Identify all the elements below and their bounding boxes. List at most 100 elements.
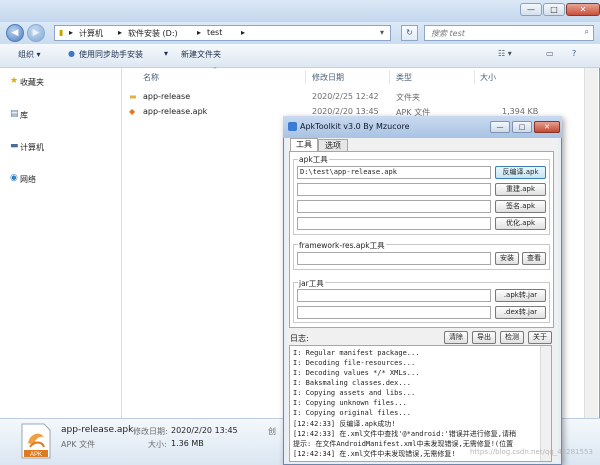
address-field[interactable]: ▮ ▸ 计算机 ▸ 软件安装 (D:) ▸ test ▸ ▾ bbox=[54, 25, 391, 41]
breadcrumb-drive[interactable]: 软件安装 (D:) bbox=[128, 28, 178, 39]
help-icon[interactable]: ? bbox=[572, 49, 576, 58]
chevron-down-icon[interactable]: ▾ bbox=[380, 28, 384, 37]
view-framework-button[interactable]: 查看 bbox=[522, 252, 546, 265]
framework-path-field[interactable] bbox=[297, 252, 491, 265]
column-separator[interactable] bbox=[305, 70, 306, 84]
log-line: I: Baksmaling classes.dex... bbox=[293, 379, 412, 387]
column-separator[interactable] bbox=[389, 70, 390, 84]
minimize-button[interactable]: — bbox=[520, 3, 542, 16]
minimize-button[interactable]: — bbox=[490, 121, 510, 133]
tab-tools[interactable]: 工具 bbox=[290, 138, 318, 152]
file-modified: 2020/2/20 13:45 bbox=[312, 107, 379, 116]
sidebar-item-libraries[interactable]: 库 bbox=[20, 110, 28, 121]
breadcrumb-test[interactable]: test bbox=[207, 28, 222, 37]
log-line: I: Copying original files... bbox=[293, 409, 412, 417]
table-row[interactable]: ▬ app-release 2020/2/25 12:42 文件夹 bbox=[124, 92, 584, 105]
search-icon[interactable]: ⌕ bbox=[585, 27, 589, 37]
refresh-icon[interactable]: ↻ bbox=[401, 25, 418, 41]
watermark-text: https://blog.csdn.net/qq_41281553 bbox=[470, 448, 593, 456]
details-file-type: APK 文件 bbox=[61, 440, 96, 449]
forward-icon[interactable]: ▶ bbox=[27, 24, 45, 42]
sidebar-item-network[interactable]: 网络 bbox=[20, 174, 36, 185]
log-line: I: Copying unknown files... bbox=[293, 399, 407, 407]
network-icon: ◉ bbox=[10, 173, 18, 183]
apk-to-jar-field[interactable] bbox=[297, 289, 491, 302]
view-icon[interactable]: ☷ ▾ bbox=[498, 49, 512, 58]
rebuild-apk-button[interactable]: 重建.apk bbox=[495, 183, 546, 196]
details-file-name: app-release.apk bbox=[61, 425, 134, 435]
log-line: I: Copying assets and libs... bbox=[293, 389, 416, 397]
sidebar-item-favorites[interactable]: 收藏夹 bbox=[20, 77, 44, 88]
apk-file-large-icon: APK bbox=[21, 423, 51, 459]
log-line: [12:42:33] 在.xml文件中查找'@*android:'错误并进行修复… bbox=[293, 430, 517, 438]
details-modified-value: 2020/2/20 13:45 bbox=[171, 426, 238, 435]
organize-button[interactable]: 组织 ▾ bbox=[18, 49, 41, 60]
column-header-size[interactable]: 大小 bbox=[480, 72, 496, 83]
details-modified-label: 修改日期: bbox=[133, 427, 168, 436]
decompile-apk-button[interactable]: 反编译.apk bbox=[495, 166, 546, 179]
folder-icon: ▮ bbox=[59, 28, 64, 37]
column-header-name[interactable]: 名称 bbox=[143, 72, 159, 83]
open-with-button[interactable]: 使用同步助手安装 bbox=[79, 49, 143, 60]
file-name: app-release bbox=[143, 92, 191, 101]
framework-tools-label: framework-res.apk工具 bbox=[298, 240, 386, 251]
dex-to-jar-field[interactable] bbox=[297, 306, 491, 319]
sign-apk-button[interactable]: 签名.apk bbox=[495, 200, 546, 213]
close-button[interactable]: ✕ bbox=[566, 3, 600, 16]
search-placeholder: 搜索 test bbox=[431, 29, 465, 38]
apk-path-field[interactable]: D:\test\app-release.apk bbox=[297, 166, 491, 179]
search-input[interactable]: 搜索 test ⌕ bbox=[424, 25, 594, 41]
clear-log-button[interactable]: 清除 bbox=[444, 331, 468, 344]
explorer-titlebar[interactable] bbox=[0, 0, 600, 22]
log-label: 日志: bbox=[290, 334, 309, 343]
close-button[interactable]: ✕ bbox=[534, 121, 560, 133]
log-line: I: Regular manifest package... bbox=[293, 349, 420, 357]
sidebar-item-computer[interactable]: 计算机 bbox=[20, 142, 44, 153]
maximize-button[interactable]: □ bbox=[543, 3, 565, 16]
breadcrumb-sep: ▸ bbox=[241, 28, 246, 37]
star-icon: ★ bbox=[10, 76, 19, 86]
log-scrollbar[interactable] bbox=[540, 346, 551, 461]
svg-text:APK: APK bbox=[30, 452, 42, 458]
folder-icon: ▬ bbox=[129, 92, 137, 101]
app-icon bbox=[288, 122, 297, 131]
column-header-type[interactable]: 类型 bbox=[396, 72, 412, 83]
new-folder-button[interactable]: 新建文件夹 bbox=[181, 49, 221, 60]
breadcrumb-sep: ▸ bbox=[69, 28, 74, 37]
dex-to-jar-button[interactable]: .dex转.jar bbox=[495, 306, 546, 319]
details-size-label: 大小: bbox=[148, 440, 167, 449]
log-line: [12:42:33] 反编译.apk成功! bbox=[293, 420, 396, 428]
optimize-apk-button[interactable]: 优化.apk bbox=[495, 217, 546, 230]
back-icon[interactable]: ◀ bbox=[6, 24, 24, 42]
computer-icon: ▬ bbox=[10, 141, 19, 151]
maximize-button[interactable]: □ bbox=[512, 121, 532, 133]
file-modified: 2020/2/25 12:42 bbox=[312, 92, 379, 101]
jar-tools-label: jar工具 bbox=[298, 278, 325, 289]
install-framework-button[interactable]: 安装 bbox=[495, 252, 519, 265]
log-line: [12:42:34] 在.xml文件中未发现错误,无需修复! bbox=[293, 450, 456, 458]
apk-to-jar-button[interactable]: .apk转.jar bbox=[495, 289, 546, 302]
apk-file-icon: ◆ bbox=[129, 107, 136, 116]
apk-rebuild-field[interactable] bbox=[297, 183, 491, 196]
details-size-value: 1.36 MB bbox=[171, 439, 204, 448]
sync-icon: ● bbox=[68, 49, 75, 58]
export-log-button[interactable]: 导出 bbox=[472, 331, 496, 344]
about-button[interactable]: 关于 bbox=[528, 331, 552, 344]
column-separator[interactable] bbox=[474, 70, 475, 84]
apktoolkit-title: ApkToolkit v3.0 By Mzucore bbox=[300, 122, 410, 131]
file-type: 文件夹 bbox=[396, 93, 420, 102]
breadcrumb-sep: ▸ bbox=[118, 28, 123, 37]
detect-button[interactable]: 检测 bbox=[500, 331, 524, 344]
file-name: app-release.apk bbox=[143, 107, 208, 116]
apk-sign-field[interactable] bbox=[297, 200, 491, 213]
breadcrumb-computer[interactable]: 计算机 bbox=[79, 28, 103, 39]
column-header-modified[interactable]: 修改日期 bbox=[312, 72, 344, 83]
sort-up-icon: ⌃ bbox=[212, 66, 218, 74]
log-line: I: Decoding values */* XMLs... bbox=[293, 369, 420, 377]
library-icon: ▤ bbox=[10, 109, 19, 119]
file-list-scrollbar[interactable] bbox=[584, 68, 598, 418]
log-output[interactable]: I: Regular manifest package... I: Decodi… bbox=[289, 345, 552, 462]
chevron-down-icon[interactable]: ▾ bbox=[164, 49, 168, 58]
apk-optimize-field[interactable] bbox=[297, 217, 491, 230]
preview-pane-icon[interactable]: ▭ bbox=[546, 49, 554, 58]
